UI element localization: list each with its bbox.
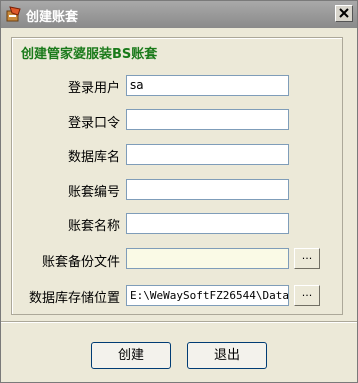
button-divider <box>1 321 357 323</box>
login-password-label: 登录口令 <box>67 116 120 131</box>
dialog-window: 创建账套 创建管家婆服装BS账套 登录用户 sa 登录口令 数据库名 账套编号 … <box>0 0 358 383</box>
account-name-label: 账套名称 <box>67 219 120 234</box>
close-icon <box>339 8 349 18</box>
exit-button[interactable]: 退出 <box>187 342 267 369</box>
create-button[interactable]: 创建 <box>91 342 171 369</box>
form-heading: 创建管家婆服装BS账套 <box>21 47 158 62</box>
login-user-input[interactable]: sa <box>126 75 289 96</box>
database-name-label: 数据库名 <box>67 150 120 165</box>
storage-location-input[interactable]: E:\WeWaySoftFZ26544\Data <box>126 285 289 306</box>
app-icon <box>6 6 22 22</box>
login-password-input[interactable] <box>126 109 289 130</box>
backup-file-label: 账套备份文件 <box>41 255 120 270</box>
storage-location-label: 数据库存储位置 <box>28 291 120 306</box>
backup-file-input[interactable] <box>126 248 289 269</box>
close-button[interactable] <box>335 5 353 22</box>
login-user-label: 登录用户 <box>67 81 120 96</box>
account-number-input[interactable] <box>126 179 289 200</box>
storage-location-browse-button[interactable]: ... <box>294 285 320 306</box>
window-title: 创建账套 <box>26 10 79 25</box>
account-name-input[interactable] <box>126 213 289 234</box>
account-number-label: 账套编号 <box>67 185 120 200</box>
title-bar[interactable]: 创建账套 <box>1 1 357 28</box>
database-name-input[interactable] <box>126 144 289 165</box>
backup-file-browse-button[interactable]: ... <box>294 248 320 269</box>
